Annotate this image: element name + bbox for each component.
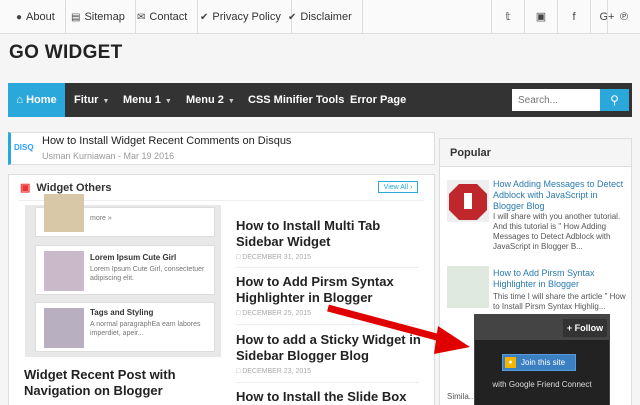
ticker-title[interactable]: How to Install Widget Recent Comments on…: [42, 135, 291, 147]
search-icon: ⚲: [610, 93, 619, 107]
arrow-shaft: [327, 304, 449, 344]
top-bar: ● About ▤ Sitemap ✉ Contact ✔ Privacy Policy…: [0, 0, 640, 34]
sitemap-icon: ▤: [71, 12, 81, 23]
thumb-image: [44, 194, 84, 232]
check-circle-icon: ✔: [200, 12, 209, 23]
instagram-icon[interactable]: ▣: [524, 0, 557, 34]
envelope-icon: ✉: [137, 12, 146, 23]
nav-css-minifier[interactable]: CSS Minifier Tools: [248, 83, 344, 117]
caret-down-icon: ▼: [102, 98, 110, 105]
google-friend-connect-icon: ●: [505, 357, 516, 368]
list-item: How to Install Multi Tab Sidebar Widget …: [236, 218, 421, 261]
post-title[interactable]: How to Install the Slide Box: [236, 389, 421, 405]
user-icon: ●: [16, 12, 23, 23]
divider: [236, 382, 419, 383]
caret-down-icon: ▼: [227, 98, 235, 105]
thumb-card: Lorem Ipsum Cute Girl Lorem Ipsum Cute G…: [35, 245, 215, 295]
facebook-icon[interactable]: f: [557, 0, 590, 34]
post-date: □ DECEMBER 23, 2015: [236, 368, 312, 375]
monitor-icon: ▣: [20, 182, 31, 194]
caret-down-icon: ▼: [164, 98, 172, 105]
thumb-card: Tags and Styling A normal paragraphEa ea…: [35, 302, 215, 352]
search-button[interactable]: ⚲: [600, 89, 629, 111]
list-item: How to Install the Slide Box: [236, 389, 421, 405]
disclaimer-link[interactable]: ✔ Disclaimer: [278, 0, 363, 34]
twitter-icon[interactable]: 𝕥: [491, 0, 524, 34]
view-all-button[interactable]: View All ›: [378, 181, 418, 193]
home-icon: ⌂: [16, 94, 27, 106]
popular-snippet: Simila...: [447, 392, 476, 401]
popular-title[interactable]: How Adding Messages to Detect Adblock wi…: [493, 179, 625, 212]
thumb-image: [44, 308, 84, 348]
nav-menu-2[interactable]: Menu 2 ▼: [186, 83, 235, 117]
gfc-label: with Google Friend Connect: [492, 380, 592, 389]
widget-others-heading: ▣ Widget Others: [20, 182, 112, 194]
nav-error-page[interactable]: Error Page: [350, 83, 406, 117]
post-date: □ DECEMBER 31, 2015: [236, 254, 312, 261]
search-input[interactable]: [512, 89, 600, 111]
popular-snippet: I will share with you another tutorial. …: [493, 212, 621, 251]
check-circle-icon: ✔: [288, 12, 297, 23]
nav-menu-1[interactable]: Menu 1 ▼: [123, 83, 172, 117]
divider: [236, 267, 419, 268]
nav-home[interactable]: ⌂ Home: [8, 83, 65, 117]
red-arrow: [327, 304, 470, 354]
follow-button[interactable]: + Follow: [563, 319, 607, 337]
post-title[interactable]: How to Install Multi Tab Sidebar Widget: [236, 218, 421, 250]
featured-post-title[interactable]: Widget Recent Post with Navigation on Bl…: [24, 367, 220, 399]
nav-fitur[interactable]: Fitur ▼: [74, 83, 109, 117]
privacy-policy-link[interactable]: ✔ Privacy Policy: [190, 0, 292, 34]
ticker-meta: Usman Kurniawan - Mar 19 2016: [42, 151, 175, 161]
disqus-logo: DISQ: [14, 136, 38, 160]
popular-heading: Popular: [440, 139, 631, 167]
sitemap-link[interactable]: ▤ Sitemap: [61, 0, 136, 34]
thumb-card: more »: [35, 194, 215, 237]
about-link[interactable]: ● About: [6, 0, 66, 34]
pinterest-icon[interactable]: ℗: [607, 0, 640, 34]
contact-link[interactable]: ✉ Contact: [127, 0, 199, 34]
thumb-image: [44, 251, 84, 291]
arrow-head: [434, 326, 470, 354]
site-title[interactable]: GO WIDGET: [9, 42, 123, 64]
popular-title[interactable]: How to Add Pirsm Syntax Highlighter in B…: [493, 268, 625, 290]
